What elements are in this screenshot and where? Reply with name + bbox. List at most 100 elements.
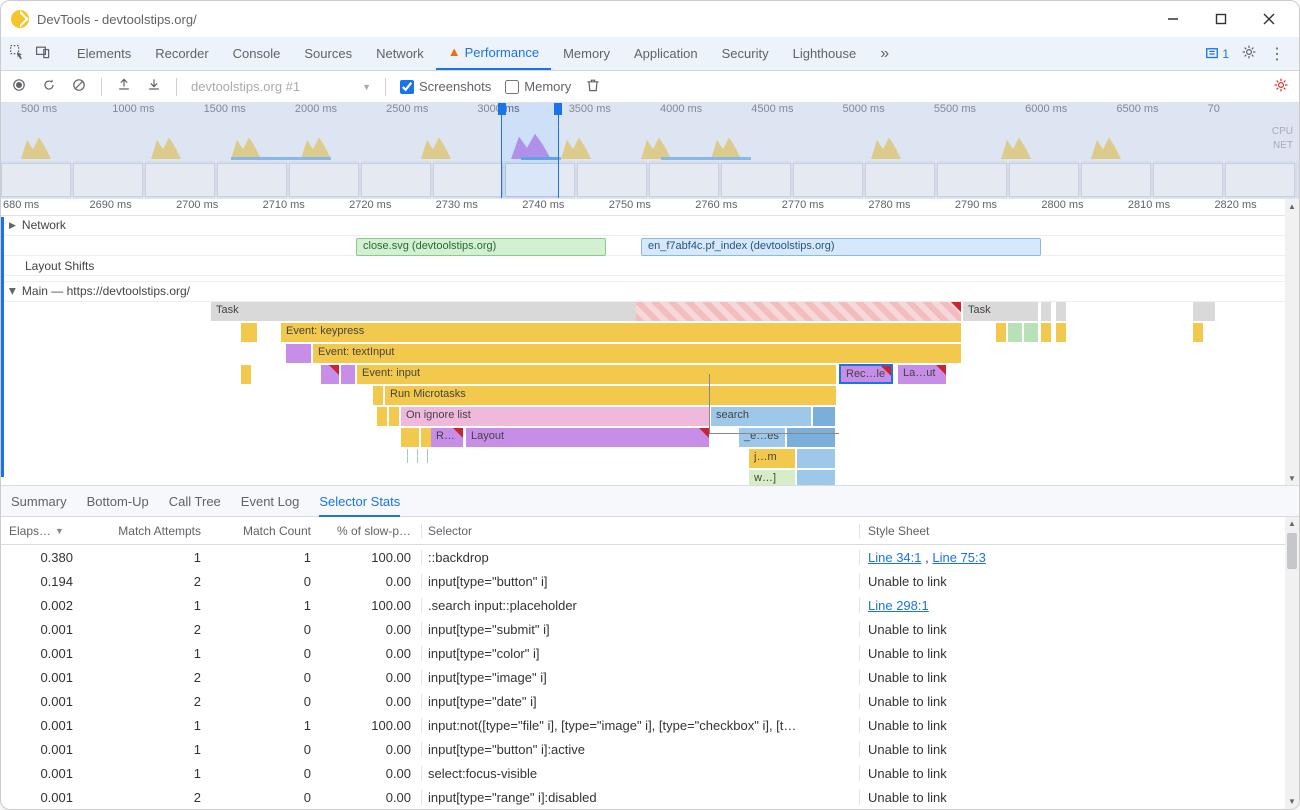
main-flame-chart[interactable]: Task Task Event: keypress Event: textInp… bbox=[1, 302, 1299, 485]
flame-bar[interactable] bbox=[389, 407, 399, 426]
network-request-a[interactable]: close.svg (devtoolstips.org) bbox=[356, 238, 606, 256]
flame-bar[interactable] bbox=[1024, 323, 1038, 342]
flame-bar[interactable] bbox=[241, 323, 257, 342]
settings-gear-icon[interactable] bbox=[1241, 44, 1257, 63]
network-track-header[interactable]: ▶Network bbox=[1, 216, 1299, 236]
overview-selection[interactable] bbox=[501, 103, 559, 198]
flame-bar-task[interactable]: Task bbox=[211, 302, 636, 321]
panel-tab-elements[interactable]: Elements bbox=[65, 37, 143, 70]
screenshots-checkbox[interactable] bbox=[400, 80, 414, 94]
flame-bar[interactable] bbox=[1041, 302, 1051, 321]
download-profile-icon[interactable] bbox=[146, 77, 162, 96]
table-row[interactable]: 0.001200.00input[type="image" i]Unable t… bbox=[1, 665, 1299, 689]
detail-tab-bottom-up[interactable]: Bottom-Up bbox=[87, 494, 149, 509]
more-menu-icon[interactable]: ⋮ bbox=[1269, 44, 1285, 64]
detail-tab-event-log[interactable]: Event Log bbox=[241, 494, 300, 509]
flame-chart-area[interactable]: 680 ms2690 ms2700 ms2710 ms2720 ms2730 m… bbox=[1, 199, 1299, 485]
main-track-header[interactable]: ▶Main — https://devtoolstips.org/ bbox=[1, 282, 1299, 302]
flame-bar[interactable] bbox=[1008, 323, 1022, 342]
table-row[interactable]: 0.001200.00input[type="submit" i]Unable … bbox=[1, 617, 1299, 641]
panel-tab-performance[interactable]: ▲Performance bbox=[436, 37, 551, 70]
garbage-collect-icon[interactable] bbox=[585, 77, 601, 96]
panel-tab-network[interactable]: Network bbox=[364, 37, 436, 70]
flame-bar-task[interactable]: Task bbox=[963, 302, 1038, 321]
flame-bar-wj[interactable]: w…] bbox=[749, 470, 795, 485]
col-elapsed[interactable]: Elaps…▼ bbox=[1, 524, 81, 538]
panel-tab-application[interactable]: Application bbox=[622, 37, 710, 70]
memory-checkbox[interactable] bbox=[505, 80, 519, 94]
table-scrollbar[interactable]: ▲ ▼ bbox=[1285, 517, 1299, 809]
more-tabs-icon[interactable]: » bbox=[872, 45, 897, 63]
network-request-b[interactable]: en_f7abf4c.pf_index (devtoolstips.org) bbox=[641, 238, 1041, 256]
flame-bar[interactable] bbox=[421, 428, 431, 447]
flame-bar[interactable] bbox=[377, 407, 387, 426]
issues-icon[interactable]: 1 bbox=[1205, 47, 1229, 61]
flame-bar[interactable] bbox=[1193, 323, 1203, 342]
flame-bar[interactable] bbox=[1193, 302, 1215, 321]
flame-bar[interactable] bbox=[797, 449, 835, 468]
flame-bar[interactable] bbox=[341, 365, 355, 384]
flame-bar[interactable] bbox=[996, 323, 1006, 342]
detail-tab-selector-stats[interactable]: Selector Stats bbox=[319, 494, 400, 517]
flame-bar[interactable] bbox=[286, 344, 311, 363]
flame-bar-recalc-selected[interactable]: Rec…le bbox=[839, 364, 893, 384]
table-row[interactable]: 0.001200.00input[type="range" i]:disable… bbox=[1, 785, 1299, 809]
table-row[interactable]: 0.38011100.00::backdropLine 34:1 , Line … bbox=[1, 545, 1299, 569]
panel-tab-sources[interactable]: Sources bbox=[292, 37, 364, 70]
stylesheet-link[interactable]: Line 34:1 bbox=[868, 550, 922, 565]
flame-bar[interactable] bbox=[241, 365, 251, 384]
panel-tab-recorder[interactable]: Recorder bbox=[143, 37, 220, 70]
table-row[interactable]: 0.001100.00input[type="color" i]Unable t… bbox=[1, 641, 1299, 665]
scroll-down-icon[interactable]: ▼ bbox=[1285, 795, 1299, 809]
flame-bar-keypress[interactable]: Event: keypress bbox=[281, 323, 961, 342]
capture-settings-gear-icon[interactable] bbox=[1273, 81, 1289, 96]
col-sheet[interactable]: Style Sheet bbox=[859, 524, 1299, 538]
inspect-element-icon[interactable] bbox=[9, 44, 25, 63]
table-row[interactable]: 0.194200.00input[type="button" i]Unable … bbox=[1, 569, 1299, 593]
flame-bar[interactable] bbox=[373, 386, 383, 405]
flame-bar[interactable] bbox=[321, 365, 339, 384]
record-button[interactable] bbox=[11, 77, 27, 96]
table-row[interactable]: 0.00211100.00.search input::placeholderL… bbox=[1, 593, 1299, 617]
flame-bar-layout[interactable]: Layout bbox=[466, 428, 709, 447]
flame-bar[interactable] bbox=[1056, 323, 1066, 342]
close-button[interactable] bbox=[1259, 9, 1279, 29]
detail-tab-call-tree[interactable]: Call Tree bbox=[169, 494, 221, 509]
scroll-up-icon[interactable]: ▲ bbox=[1285, 199, 1299, 213]
flame-bar[interactable] bbox=[797, 470, 835, 485]
device-toolbar-icon[interactable] bbox=[35, 44, 51, 63]
panel-tab-security[interactable]: Security bbox=[710, 37, 781, 70]
panel-tab-lighthouse[interactable]: Lighthouse bbox=[781, 37, 869, 70]
table-row[interactable]: 0.00111100.00input:not([type="file" i], … bbox=[1, 713, 1299, 737]
flame-bar-ignore-list[interactable]: On ignore list bbox=[401, 407, 709, 426]
flame-bar[interactable] bbox=[1056, 302, 1066, 321]
flame-bar[interactable] bbox=[409, 428, 419, 447]
upload-profile-icon[interactable] bbox=[116, 77, 132, 96]
stylesheet-link[interactable]: Line 75:3 bbox=[932, 550, 986, 565]
clear-button[interactable] bbox=[71, 77, 87, 96]
flame-bar-r[interactable]: R… bbox=[431, 428, 463, 447]
layout-shifts-track-header[interactable]: Layout Shifts bbox=[1, 256, 1299, 276]
detail-tab-summary[interactable]: Summary bbox=[11, 494, 67, 509]
col-slow[interactable]: % of slow-p… bbox=[321, 524, 421, 538]
scroll-down-icon[interactable]: ▼ bbox=[1285, 471, 1299, 485]
flame-bar-layout2[interactable]: La…ut bbox=[898, 365, 946, 384]
col-selector[interactable]: Selector bbox=[421, 524, 859, 538]
col-attempts[interactable]: Match Attempts bbox=[81, 524, 211, 538]
scroll-up-icon[interactable]: ▲ bbox=[1285, 517, 1299, 531]
table-row[interactable]: 0.001100.00select:focus-visibleUnable to… bbox=[1, 761, 1299, 785]
maximize-button[interactable] bbox=[1211, 9, 1231, 29]
table-row[interactable]: 0.001200.00input[type="date" i]Unable to… bbox=[1, 689, 1299, 713]
panel-tab-console[interactable]: Console bbox=[221, 37, 293, 70]
col-count[interactable]: Match Count bbox=[211, 524, 321, 538]
flame-bar-jm[interactable]: j…m bbox=[749, 449, 795, 468]
minimize-button[interactable] bbox=[1163, 9, 1183, 29]
flame-bar-textinput[interactable]: Event: textInput bbox=[313, 344, 961, 363]
flame-scrollbar[interactable]: ▲ ▼ bbox=[1285, 199, 1299, 485]
recording-selector[interactable]: devtoolstips.org #1 ▼ bbox=[191, 79, 371, 94]
table-row[interactable]: 0.001100.00input[type="button" i]:active… bbox=[1, 737, 1299, 761]
flame-bar[interactable] bbox=[1041, 323, 1051, 342]
panel-tab-memory[interactable]: Memory bbox=[551, 37, 622, 70]
timeline-overview[interactable]: 500 ms1000 ms1500 ms2000 ms2500 ms3000 m… bbox=[1, 103, 1299, 199]
stylesheet-link[interactable]: Line 298:1 bbox=[868, 598, 929, 613]
